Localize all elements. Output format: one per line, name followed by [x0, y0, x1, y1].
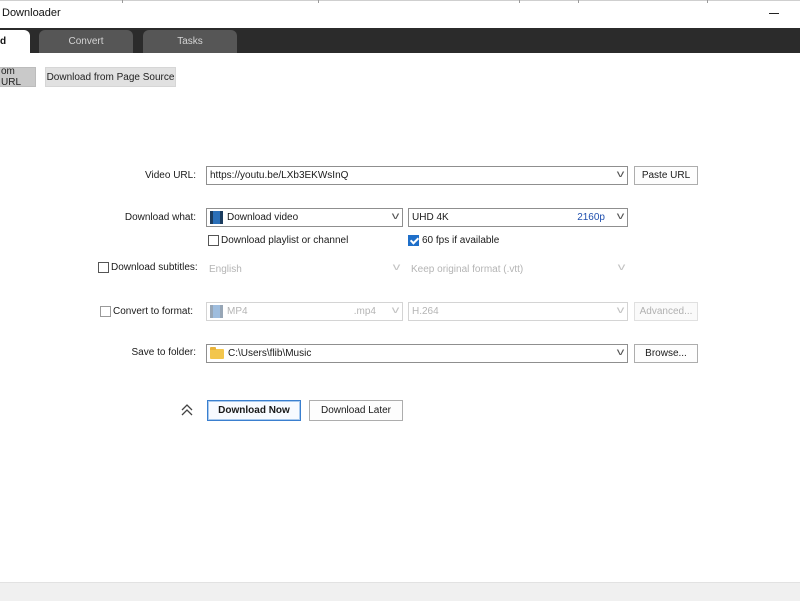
save-folder-select[interactable]: C:\Users\flib\Music v	[206, 344, 628, 363]
chevron-down-icon[interactable]: v	[617, 169, 625, 180]
download-what-label: Download what:	[124, 212, 196, 223]
fps-checkbox[interactable]	[408, 235, 419, 246]
convert-format-select[interactable]: MP4 .mp4 v	[206, 302, 403, 321]
codec-select[interactable]: H.264 v	[408, 302, 628, 321]
convert-format-ext: .mp4	[353, 306, 376, 317]
video-url-input[interactable]: https://youtu.be/LXb3EKWsInQ v	[206, 166, 628, 185]
advanced-button[interactable]: Advanced...	[634, 302, 698, 321]
codec-value: H.264	[412, 306, 439, 317]
window-top-edge	[0, 0, 800, 3]
chevron-down-icon: v	[391, 305, 400, 316]
save-folder-value: C:\Users\flib\Music	[228, 348, 312, 359]
main-tab-strip: d Convert Tasks	[0, 28, 800, 53]
download-type-select[interactable]: Download video v	[206, 208, 403, 227]
save-folder-label: Save to folder:	[131, 347, 196, 358]
minimize-icon	[769, 13, 779, 14]
subtab-from-url-label: om URL	[1, 66, 22, 88]
download-later-button[interactable]: Download Later	[309, 400, 403, 421]
paste-url-button[interactable]: Paste URL	[634, 166, 698, 185]
app-title: Downloader	[2, 7, 61, 19]
subtitle-format-select[interactable]: Keep original format (.vtt) v	[408, 260, 628, 279]
browse-button[interactable]: Browse...	[634, 344, 698, 363]
chevron-down-icon[interactable]: v	[392, 211, 400, 222]
tab-download[interactable]: d	[0, 30, 30, 53]
chevron-down-icon: v	[392, 262, 401, 273]
download-type-value: Download video	[227, 212, 299, 223]
subtitle-format-value: Keep original format (.vtt)	[411, 264, 524, 275]
chevron-down-icon[interactable]: v	[617, 211, 625, 222]
chevron-down-icon: v	[616, 305, 625, 316]
playlist-checkbox[interactable]	[208, 235, 219, 246]
download-now-button[interactable]: Download Now	[207, 400, 301, 421]
chevron-down-icon[interactable]: v	[617, 347, 625, 358]
minimize-button[interactable]	[760, 2, 788, 24]
subtitles-checkbox-label: Download subtitles:	[111, 262, 198, 273]
film-icon	[210, 305, 223, 318]
tab-tasks-label: Tasks	[177, 36, 203, 47]
subtab-from-url[interactable]: om URL	[0, 66, 36, 88]
tab-convert[interactable]: Convert	[39, 30, 133, 53]
fps-checkbox-label: 60 fps if available	[422, 235, 500, 246]
status-bar	[0, 582, 800, 601]
title-bar	[0, 0, 800, 28]
subtab-page-source-label: Download from Page Source	[46, 71, 175, 83]
tab-download-label: d	[0, 36, 7, 47]
playlist-checkbox-label: Download playlist or channel	[221, 235, 349, 246]
video-url-label: Video URL:	[145, 170, 196, 181]
film-icon	[210, 211, 223, 224]
quality-value: UHD 4K	[412, 212, 449, 223]
subtitle-language-select[interactable]: English v	[206, 260, 403, 279]
convert-format-value: MP4	[227, 306, 248, 317]
chevron-double-up-icon[interactable]	[179, 402, 195, 418]
tab-convert-label: Convert	[68, 36, 104, 47]
subtitle-language-value: English	[209, 264, 242, 275]
subtitles-checkbox[interactable]	[98, 262, 109, 273]
folder-icon	[210, 346, 224, 359]
video-url-value: https://youtu.be/LXb3EKWsInQ	[210, 170, 349, 181]
convert-checkbox[interactable]	[100, 306, 111, 317]
chevron-down-icon: v	[617, 262, 626, 273]
convert-checkbox-label: Convert to format:	[113, 306, 194, 317]
quality-select[interactable]: UHD 4K 2160p v	[408, 208, 628, 227]
quality-resolution: 2160p	[577, 212, 605, 223]
subtab-page-source[interactable]: Download from Page Source	[45, 67, 176, 87]
tab-tasks[interactable]: Tasks	[143, 30, 237, 53]
